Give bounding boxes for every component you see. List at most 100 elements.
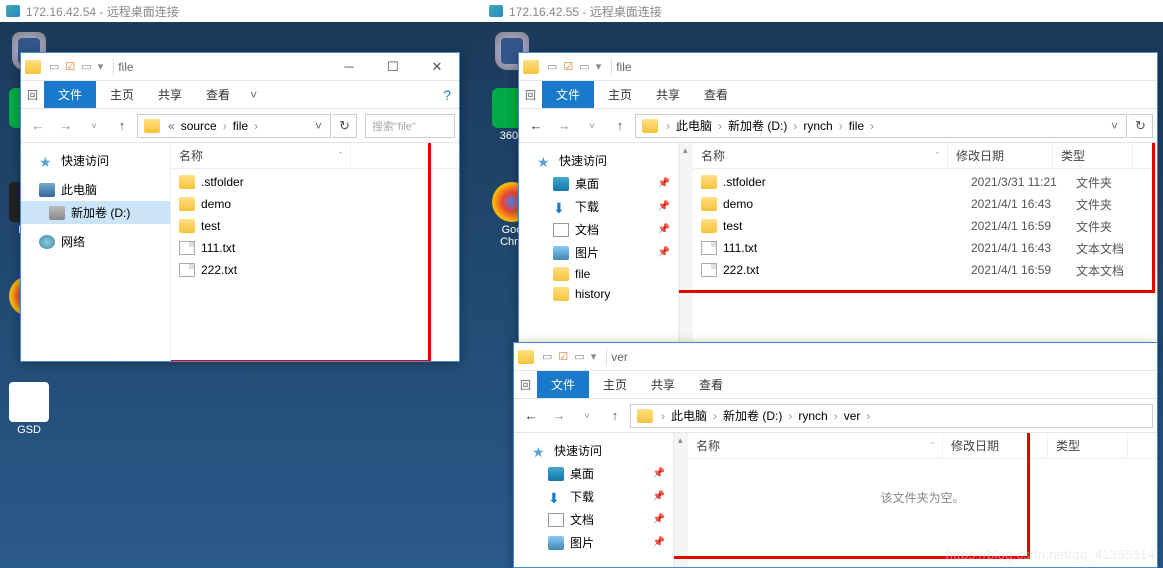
sidebar-documents[interactable]: 文档📌 [519,218,678,241]
chevron-right-icon[interactable]: › [714,119,726,133]
tab-home[interactable]: 主页 [596,81,644,108]
nav-history-icon[interactable]: ˅ [574,403,600,429]
qat-dropdown-icon[interactable]: ▾ [98,60,104,73]
chevron-right-icon[interactable]: › [709,409,721,423]
qat-props-icon[interactable]: ▭ [542,350,552,363]
breadcrumb-item[interactable]: file [231,119,250,133]
breadcrumb[interactable]: › 此电脑 › 新加卷 (D:) › rynch › file › ˅ [635,114,1127,138]
tab-share[interactable]: 共享 [639,371,687,398]
column-name[interactable]: 名称ˆ [693,143,948,168]
breadcrumb-item[interactable]: 此电脑 [674,117,714,134]
chevron-right-icon[interactable]: › [866,119,878,133]
qat-props-icon[interactable]: ▭ [547,60,557,73]
nav-up-icon[interactable]: ↑ [607,113,633,139]
sidebar-quick-access[interactable]: ★快速访问 [519,149,678,172]
tab-file[interactable]: 文件 [44,81,96,108]
sidebar-pictures[interactable]: 图片📌 [519,241,678,264]
refresh-icon[interactable]: ↻ [333,114,357,138]
breadcrumb-item[interactable]: file [847,119,866,133]
chevron-right-icon[interactable]: › [657,409,669,423]
qat-new-icon[interactable]: ▭ [81,60,91,73]
breadcrumb-dropdown-icon[interactable]: ˅ [1105,119,1124,133]
chevron-right-icon[interactable]: › [789,119,801,133]
qat-new-icon[interactable]: ▭ [579,60,589,73]
column-type[interactable]: 类型 [1048,433,1128,458]
tab-home[interactable]: 主页 [98,81,146,108]
maximize-button[interactable]: ☐ [371,53,415,81]
nav-forward-icon[interactable]: → [53,113,79,139]
ribbon-expand-icon[interactable]: ˅ [242,88,265,102]
breadcrumb-item[interactable]: rynch [801,119,834,133]
qat-props-icon[interactable]: ▭ [49,60,59,73]
file-row[interactable]: 111.txt [171,237,459,259]
window-titlebar[interactable]: ▭ ☑ ▭ ▾ ver [514,343,1157,371]
chevron-right-icon[interactable]: › [830,409,842,423]
breadcrumb-item[interactable]: source [179,119,219,133]
help-icon[interactable]: ? [435,87,459,103]
tab-file[interactable]: 文件 [537,371,589,398]
sidebar-documents[interactable]: 文档📌 [514,508,673,531]
tab-share[interactable]: 共享 [644,81,692,108]
window-titlebar[interactable]: ▭ ☑ ▭ ▾ file [519,53,1157,81]
chevron-right-icon[interactable]: › [784,409,796,423]
scrollbar-vertical[interactable] [679,143,693,351]
breadcrumb-item[interactable]: 此电脑 [669,407,709,424]
sidebar-downloads[interactable]: ⬇下载📌 [514,485,673,508]
file-row[interactable]: 222.txt [171,259,459,281]
file-row[interactable]: 111.txt2021/4/1 16:43文本文档 [693,237,1157,259]
sidebar-folder-file[interactable]: file [519,264,678,284]
sidebar-this-pc[interactable]: 此电脑 [21,178,170,201]
sidebar-desktop[interactable]: 桌面📌 [514,462,673,485]
breadcrumb[interactable]: › 此电脑 › 新加卷 (D:) › rynch › ver › [630,404,1153,428]
breadcrumb-item[interactable]: 新加卷 (D:) [721,407,784,424]
qat-check-icon[interactable]: ☑ [65,60,75,73]
nav-forward-icon[interactable]: → [551,113,577,139]
nav-back-icon[interactable]: ← [25,113,51,139]
chevron-right-icon[interactable]: › [250,119,262,133]
nav-history-icon[interactable]: ˅ [81,113,107,139]
nav-up-icon[interactable]: ↑ [602,403,628,429]
column-name[interactable]: 名称ˆ [171,143,351,168]
column-type[interactable]: 类型 [1053,143,1133,168]
file-row[interactable]: test [171,215,459,237]
breadcrumb-item[interactable]: rynch [796,409,829,423]
refresh-icon[interactable]: ↻ [1129,114,1153,138]
tab-home[interactable]: 主页 [591,371,639,398]
minimize-button[interactable]: ─ [327,53,371,81]
close-button[interactable]: ✕ [415,53,459,81]
chevron-right-icon[interactable]: › [219,119,231,133]
column-date[interactable]: 修改日期 [943,433,1048,458]
qat-dropdown-icon[interactable]: ▾ [591,350,597,363]
nav-history-icon[interactable]: ˅ [579,113,605,139]
column-date[interactable]: 修改日期 [948,143,1053,168]
sidebar-quick-access[interactable]: ★快速访问 [21,149,170,172]
sidebar-network[interactable]: 网络 [21,230,170,253]
nav-up-icon[interactable]: ↑ [109,113,135,139]
desktop-shortcut[interactable]: GSD [4,382,54,436]
qat-check-icon[interactable]: ☑ [563,60,573,73]
scrollbar-vertical[interactable] [674,433,688,567]
nav-forward-icon[interactable]: → [546,403,572,429]
file-row[interactable]: demo [171,193,459,215]
breadcrumb-dropdown-icon[interactable]: ˅ [309,119,328,133]
nav-back-icon[interactable]: ← [518,403,544,429]
tab-view[interactable]: 查看 [692,81,740,108]
sidebar-pictures[interactable]: 图片📌 [514,531,673,554]
sidebar-downloads[interactable]: ⬇下载📌 [519,195,678,218]
tab-view[interactable]: 查看 [194,81,242,108]
breadcrumb-item[interactable]: 新加卷 (D:) [726,117,789,134]
sidebar-desktop[interactable]: 桌面📌 [519,172,678,195]
column-name[interactable]: 名称ˆ [688,433,943,458]
sidebar-folder-history[interactable]: history [519,284,678,304]
file-row[interactable]: test2021/4/1 16:59文件夹 [693,215,1157,237]
qat-check-icon[interactable]: ☑ [558,350,568,363]
tab-share[interactable]: 共享 [146,81,194,108]
qat-dropdown-icon[interactable]: ▾ [596,60,602,73]
file-row[interactable]: .stfolder2021/3/31 11:21文件夹 [693,171,1157,193]
sidebar-drive-d[interactable]: 新加卷 (D:) [21,201,170,224]
file-row[interactable]: .stfolder [171,171,459,193]
chevron-right-icon[interactable]: › [662,119,674,133]
file-row[interactable]: demo2021/4/1 16:43文件夹 [693,193,1157,215]
breadcrumb-item[interactable]: ver [842,409,863,423]
qat-new-icon[interactable]: ▭ [574,350,584,363]
